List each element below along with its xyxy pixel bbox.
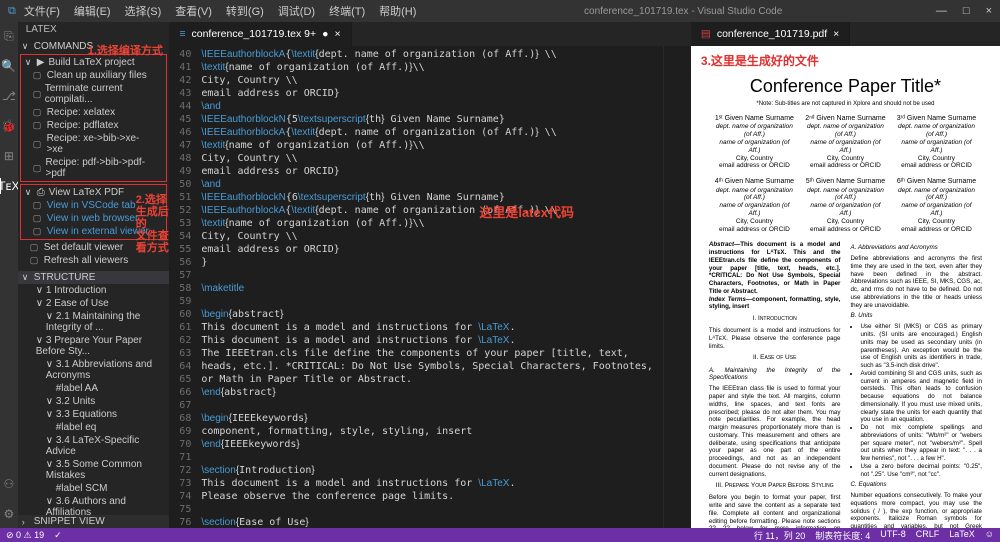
- git-icon[interactable]: ⎇: [1, 88, 17, 104]
- max-button[interactable]: □: [963, 5, 970, 17]
- app-icon: ⧉: [8, 5, 16, 18]
- modified-icon: ●: [322, 28, 328, 40]
- structure-item[interactable]: ∨ 3.4 LaTeX-Specific Advice: [18, 434, 170, 458]
- annotation-2: 2.选择生成后的文件查看方式: [136, 194, 170, 254]
- latex-icon[interactable]: TᴇX: [0, 178, 15, 194]
- menu-file[interactable]: 文件(F): [24, 3, 60, 19]
- tex-icon: ≡: [179, 28, 185, 40]
- structure-item[interactable]: #label eq: [18, 421, 170, 434]
- structure-item[interactable]: ∨ 3.5 Some Common Mistakes: [18, 458, 170, 482]
- sidebar: LATEX ∨COMMANDS 1.选择编译方式 ∨▶ Build LaTeX …: [18, 22, 170, 528]
- editor-tab-bar: ≡ conference_101719.tex 9+ ● ×: [169, 22, 691, 46]
- structure-label: STRUCTURE: [34, 272, 96, 283]
- line-gutter: 40 41 42 43 44 45 46 47 48 49 50 51 52 5…: [169, 46, 197, 528]
- author-block: 4ᵗʰ Given Name Surnamedept. name of orga…: [713, 178, 795, 233]
- cmd-refresh[interactable]: ▢Refresh all viewers: [18, 254, 170, 267]
- list-item: Use a zero before decimal points: "0.25"…: [860, 463, 982, 479]
- author-block: 2ⁿᵈ Given Name Surnamedept. name of orga…: [804, 115, 886, 170]
- pdf-title: Conference Paper Title*: [709, 76, 982, 97]
- titlebar: ⧉ 文件(F) 编辑(E) 选择(S) 查看(V) 转到(G) 调试(D) 终端…: [0, 0, 1000, 22]
- sidebar-header: LATEX: [18, 22, 170, 40]
- structure-item[interactable]: ∨ 3.6 Authors and Affiliations: [18, 495, 170, 515]
- build-box: ∨▶ Build LaTeX project ▢Clean up auxilia…: [20, 54, 168, 182]
- min-button[interactable]: —: [936, 5, 947, 17]
- cmd-clean[interactable]: ▢Clean up auxiliary files: [21, 69, 167, 82]
- structure-item[interactable]: ∨ 2 Ease of Use: [18, 297, 170, 310]
- author-block: 6ᵗʰ Given Name Surnamedept. name of orga…: [896, 178, 978, 233]
- structure-item[interactable]: ∨ 3.3 Equations: [18, 408, 170, 421]
- structure-item[interactable]: ∨ 2.1 Maintaining the Integrity of ...: [18, 310, 170, 334]
- sb-pos[interactable]: 行 11，列 20: [754, 529, 805, 542]
- author-block: 1ˢᵗ Given Name Surnamedept. name of orga…: [713, 115, 795, 170]
- view-label: View LaTeX PDF: [49, 187, 124, 198]
- annotation-3: 这里是latex代码: [479, 202, 574, 221]
- cmd-pdf-bib[interactable]: ▢Recipe: pdf->bib->pdf->pdf: [21, 156, 167, 180]
- list-item: Avoid combining SI and CGS units, such a…: [860, 370, 982, 424]
- search-icon[interactable]: 🔍: [1, 58, 17, 74]
- structure-item[interactable]: ∨ 1 Introduction: [18, 284, 170, 297]
- author-block: 3ʳᵈ Given Name Surnamedept. name of orga…: [896, 115, 978, 170]
- editor-tab[interactable]: ≡ conference_101719.tex 9+ ● ×: [169, 22, 351, 46]
- code-area[interactable]: \IEEEauthorblockA{\textit{dept. name of …: [197, 46, 663, 528]
- list-item: Do not mix complete spellings and abbrev…: [860, 424, 982, 463]
- gear-icon[interactable]: ⚙: [1, 506, 17, 522]
- pdf-panel: ▤ conference_101719.pdf × 3.这里是生成好的文件 Co…: [691, 22, 1000, 528]
- cmd-xe-bib[interactable]: ▢Recipe: xe->bib->xe->xe: [21, 132, 167, 156]
- menu-edit[interactable]: 编辑(E): [74, 3, 111, 19]
- structure-item[interactable]: ∨ 3 Prepare Your Paper Before Sty...: [18, 334, 170, 358]
- sb-eol[interactable]: CRLF: [916, 529, 940, 542]
- menu-select[interactable]: 选择(S): [125, 3, 162, 19]
- list-item: Use either SI (MKS) or CGS as primary un…: [860, 323, 982, 370]
- build-label: Build LaTeX project: [48, 57, 134, 68]
- explorer-icon[interactable]: ⎘: [1, 28, 17, 44]
- menu-help[interactable]: 帮助(H): [379, 3, 416, 19]
- statusbar: ⊘ 0 ⚠ 19 ✓ 行 11，列 20 制表符长度: 4 UTF-8 CRLF…: [0, 528, 1000, 542]
- sb-feedback[interactable]: ☺: [985, 529, 994, 542]
- cmd-xelatex[interactable]: ▢Recipe: xelatex: [21, 106, 167, 119]
- sb-encoding[interactable]: UTF-8: [880, 529, 906, 542]
- annotation-4: 3.这里是生成好的文件: [701, 52, 819, 69]
- menu-debug[interactable]: 调试(D): [278, 3, 315, 19]
- menu-view[interactable]: 查看(V): [175, 3, 212, 19]
- extensions-icon[interactable]: ⊞: [1, 148, 17, 164]
- sb-lang[interactable]: LaTeX: [949, 529, 975, 542]
- snippet-section[interactable]: ›SNIPPET VIEW: [18, 515, 170, 528]
- structure-item[interactable]: ∨ 3.2 Units: [18, 395, 170, 408]
- snippet-label: SNIPPET VIEW: [34, 516, 105, 527]
- activitybar: ⎘ 🔍 ⎇ 🐞 ⊞ TᴇX ⚇ ⚙: [0, 22, 18, 528]
- pdf-col-right: A. Abbreviations and Acronyms Define abb…: [850, 241, 982, 528]
- minimap[interactable]: [663, 46, 691, 528]
- menu-go[interactable]: 转到(G): [226, 3, 264, 19]
- cmd-pdflatex[interactable]: ▢Recipe: pdflatex: [21, 119, 167, 132]
- structure-item[interactable]: #label AA: [18, 382, 170, 395]
- tab-close-icon[interactable]: ×: [334, 28, 340, 40]
- editor: ≡ conference_101719.tex 9+ ● × 这里是latex代…: [169, 22, 691, 528]
- author-block: 5ᵗʰ Given Name Surnamedept. name of orga…: [804, 178, 886, 233]
- menu-terminal[interactable]: 终端(T): [329, 3, 365, 19]
- debug-icon[interactable]: 🐞: [1, 118, 17, 134]
- sb-check[interactable]: ✓: [54, 530, 62, 541]
- pdf-col-left: Abstract—This document is a model and in…: [709, 241, 841, 528]
- pdf-icon: ▤: [701, 28, 711, 40]
- sb-indent[interactable]: 制表符长度: 4: [815, 529, 870, 542]
- structure-item[interactable]: #label SCM: [18, 482, 170, 495]
- structure-item[interactable]: ∨ 3.1 Abbreviations and Acronyms: [18, 358, 170, 382]
- structure-section[interactable]: ∨STRUCTURE: [18, 271, 170, 284]
- pdf-tab-bar: ▤ conference_101719.pdf ×: [691, 22, 1000, 46]
- structure-list: ∨ 1 Introduction∨ 2 Ease of Use∨ 2.1 Mai…: [18, 284, 170, 515]
- close-button[interactable]: ×: [986, 5, 992, 17]
- sb-problems[interactable]: ⊘ 0 ⚠ 19: [6, 530, 44, 541]
- pdf-tab[interactable]: ▤ conference_101719.pdf ×: [691, 22, 850, 46]
- pdf-tab-label: conference_101719.pdf: [717, 28, 827, 40]
- pdf-content[interactable]: 3.这里是生成好的文件 Conference Paper Title* *Not…: [691, 46, 1000, 528]
- pdf-tab-close[interactable]: ×: [833, 28, 839, 40]
- account-icon[interactable]: ⚇: [1, 476, 17, 492]
- cmd-terminate[interactable]: ▢Terminate current compilati...: [21, 82, 167, 106]
- pdf-note: *Note: Sub-titles are not captured in Xp…: [709, 101, 982, 107]
- commands-label: COMMANDS: [34, 41, 93, 52]
- annotation-1: 1.选择编译方式: [88, 42, 163, 58]
- window-title: conference_101719.tex - Visual Studio Co…: [430, 6, 935, 17]
- tab-label: conference_101719.tex 9+: [191, 28, 316, 40]
